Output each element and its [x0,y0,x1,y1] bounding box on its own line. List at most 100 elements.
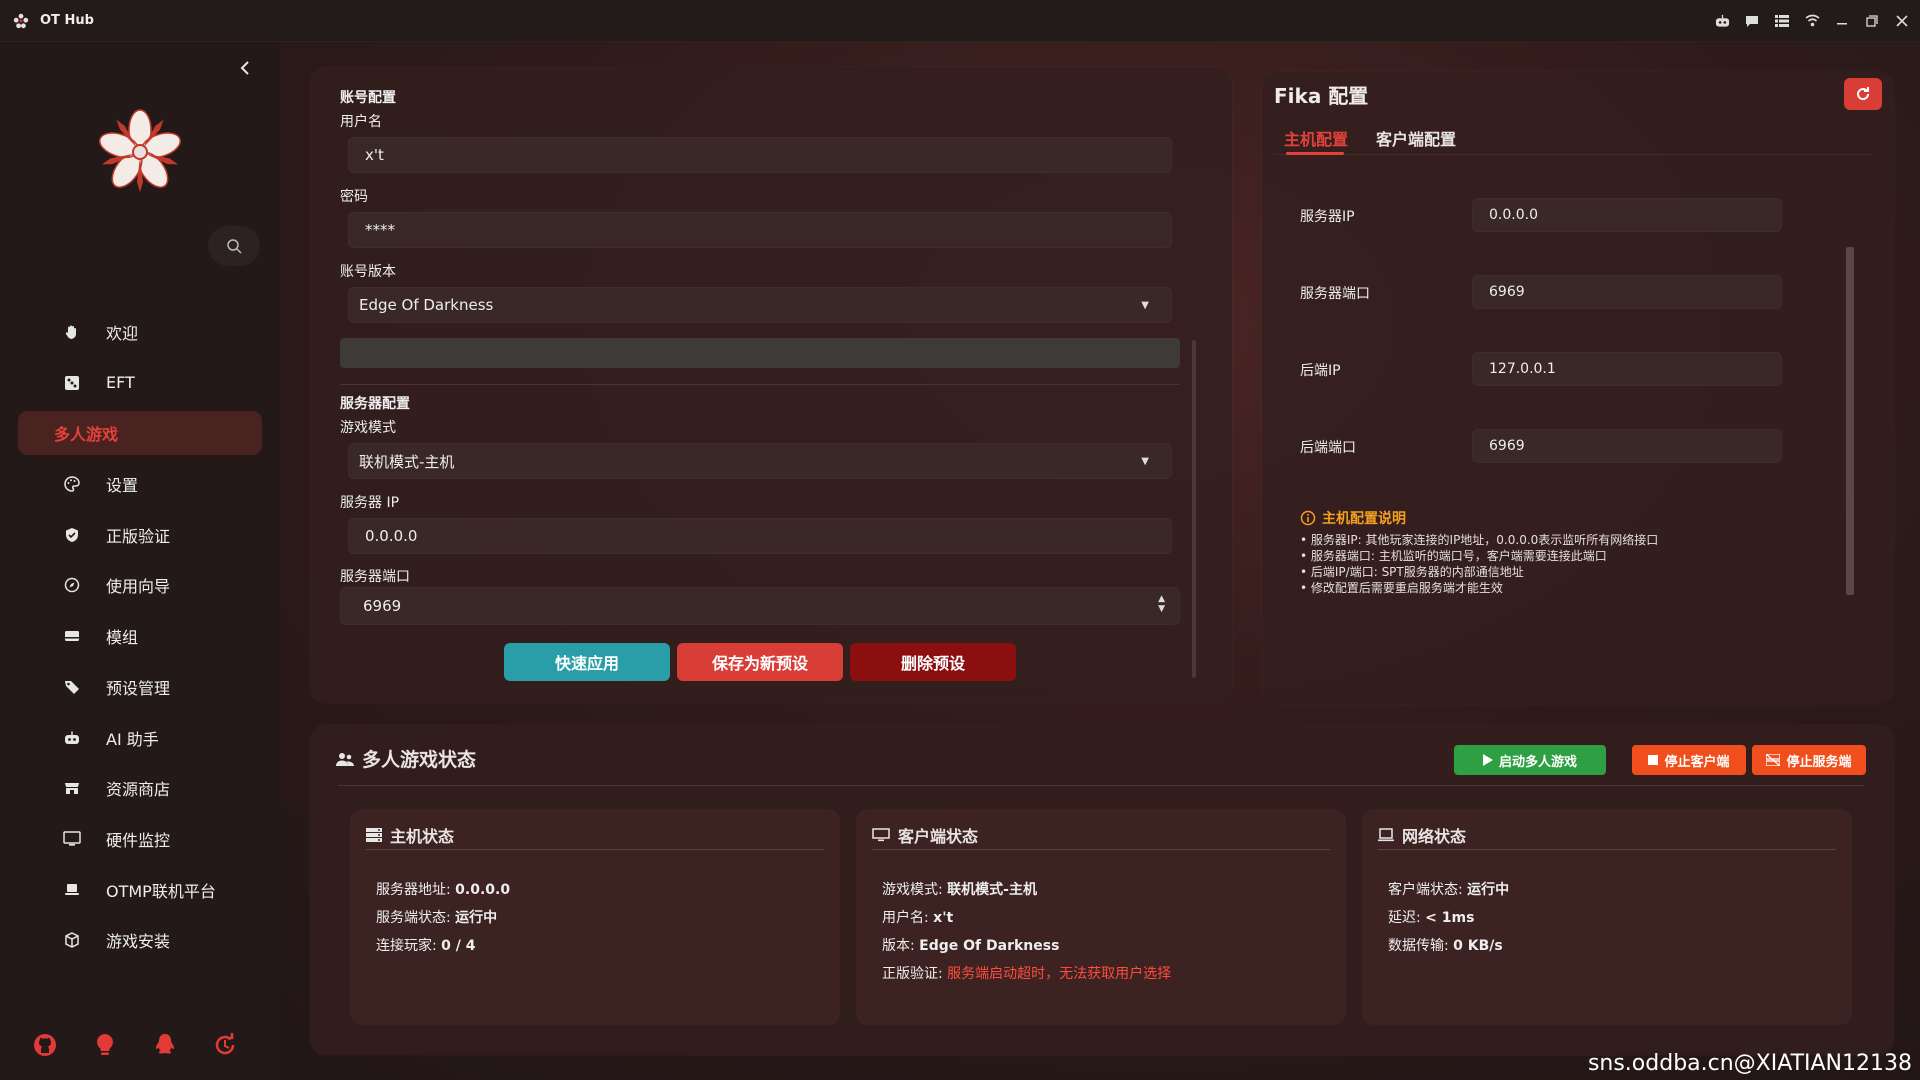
fika-server-ip-input[interactable]: 0.0.0.0 [1472,198,1782,232]
network-data-transfer: 数据传输: 0 KB/s [1388,935,1503,955]
search-button[interactable] [208,226,260,266]
refresh-button[interactable] [1844,78,1882,110]
fika-backend-ip-value: 127.0.0.1 [1489,361,1556,377]
card-divider [1378,849,1836,850]
status-divider [338,785,1864,786]
sidebar: 欢迎 EFT 多人游戏 设置 正版验证 使用向导 模组 预设管理 AI 助手 资… [0,42,280,1080]
laptop-icon [62,880,82,900]
restore-icon[interactable] [1864,13,1880,29]
kv-value: 联机模式-主机 [947,882,1037,898]
fika-backend-port-input[interactable]: 6969 [1472,429,1782,463]
tab-host-config[interactable]: 主机配置 [1284,126,1348,150]
game-mode-label: 游戏模式 [340,420,396,436]
update-icon[interactable] [212,1032,238,1058]
start-multiplayer-label: 启动多人游戏 [1498,754,1577,770]
sidebar-item-ai-assistant[interactable]: AI 助手 [18,716,262,760]
client-version: 版本: Edge Of Darkness [882,935,1059,955]
network-icon[interactable] [1804,13,1820,29]
store-icon [62,778,82,798]
dice-icon [62,373,82,393]
fika-server-ip-value: 0.0.0.0 [1489,207,1538,223]
account-version-select[interactable]: Edge Of Darkness ▼ [348,287,1172,323]
github-icon[interactable] [32,1032,58,1058]
status-title: 多人游戏状态 [362,749,477,771]
username-input[interactable]: x't [348,137,1172,173]
sidebar-item-label: 资源商店 [106,780,171,800]
sidebar-item-hardware-monitor[interactable]: 硬件监控 [18,817,262,861]
server-ip-input[interactable]: 0.0.0.0 [348,518,1172,554]
fika-backend-ip-label: 后端IP [1300,363,1341,379]
kv-key: 服务器地址: [376,882,456,898]
sidebar-item-eft[interactable]: EFT [18,361,262,405]
collapse-sidebar-icon[interactable] [238,56,252,80]
note-line: • 服务器端口: 主机监听的端口号，客户端需要连接此端口 [1300,549,1607,563]
kv-key: 数据传输: [1388,938,1454,954]
network-card-title: 网络状态 [1378,823,1466,847]
status-header: 多人游戏状态 [336,745,476,772]
close-icon[interactable] [1894,13,1910,29]
kv-key: 服务端状态: [376,910,456,926]
kv-value: 0.0.0.0 [455,882,511,898]
chat-icon[interactable] [1744,13,1760,29]
stop-server-button[interactable]: 停止服务端 [1752,745,1866,775]
sidebar-item-store[interactable]: 资源商店 [18,766,262,810]
password-input[interactable]: **** [348,212,1172,248]
window-title: OT Hub [40,13,94,28]
stop-client-label: 停止客户端 [1664,754,1730,770]
kv-value: 0 / 4 [441,938,476,954]
scrollbar[interactable] [1846,247,1854,595]
kv-value: 运行中 [455,910,498,926]
sidebar-item-mods[interactable]: 模组 [18,614,262,658]
server-port-stepper[interactable]: 6969 ▲ ▼ [340,587,1180,625]
sidebar-nav: 欢迎 EFT 多人游戏 设置 正版验证 使用向导 模组 预设管理 AI 助手 资… [18,310,262,969]
sidebar-item-label: 游戏安装 [106,932,171,952]
account-config-panel: 账号配置 用户名 x't 密码 **** 账号版本 Edge Of Darkne… [310,67,1232,703]
sidebar-item-game-install[interactable]: 游戏安装 [18,918,262,962]
fika-server-port-input[interactable]: 6969 [1472,275,1782,309]
sidebar-item-label: 正版验证 [106,526,171,546]
sidebar-item-guide[interactable]: 使用向导 [18,563,262,607]
client-verification: 正版验证: 服务端启动超时，无法获取用户选择 [882,963,1171,983]
network-latency: 延迟: < 1ms [1388,907,1474,927]
tab-divider [1274,154,1872,155]
stepper-arrows-icon[interactable]: ▲ ▼ [1158,594,1165,614]
network-status-card: 网络状态 客户端状态: 运行中 延迟: < 1ms 数据传输: 0 KB/s [1362,809,1852,1025]
quick-apply-button[interactable]: 快速应用 [504,643,670,681]
lightbulb-icon[interactable] [92,1032,118,1058]
monitor-icon [872,828,890,842]
qq-icon[interactable] [152,1032,178,1058]
card-divider [366,849,824,850]
list-icon[interactable] [1774,13,1790,29]
sidebar-item-verification[interactable]: 正版验证 [18,513,262,557]
network-monitor-icon [1378,828,1394,842]
play-icon [1482,754,1493,766]
game-mode-select[interactable]: 联机模式-主机 ▼ [348,443,1172,479]
card-icon [62,626,82,646]
sidebar-item-otmp-platform[interactable]: OTMP联机平台 [18,868,262,912]
minimize-icon[interactable] [1834,13,1850,29]
game-mode-value: 联机模式-主机 [359,452,455,471]
start-multiplayer-button[interactable]: 启动多人游戏 [1454,745,1606,775]
fika-backend-ip-input[interactable]: 127.0.0.1 [1472,352,1782,386]
fika-server-ip-label: 服务器IP [1300,209,1355,225]
save-preset-button[interactable]: 保存为新预设 [677,643,843,681]
server-icon [1766,754,1781,766]
sidebar-item-presets[interactable]: 预设管理 [18,665,262,709]
sidebar-item-settings[interactable]: 设置 [18,462,262,506]
delete-preset-button[interactable]: 删除预设 [850,643,1016,681]
robot-icon[interactable] [1714,13,1730,29]
hand-icon [62,322,82,342]
host-connected-players: 连接玩家: 0 / 4 [376,935,476,955]
password-value: **** [365,221,395,239]
sidebar-item-multiplayer[interactable]: 多人游戏 [18,411,262,456]
fika-server-port-value: 6969 [1489,284,1525,300]
kv-key: 客户端状态: [1388,882,1468,898]
username-value: x't [365,146,384,164]
kv-value: x't [933,910,954,926]
kv-key: 正版验证: [882,966,948,982]
stop-client-button[interactable]: 停止客户端 [1632,745,1746,775]
sidebar-item-welcome[interactable]: 欢迎 [18,310,262,354]
scrollbar[interactable] [1192,340,1196,678]
tab-client-config[interactable]: 客户端配置 [1376,126,1456,150]
sidebar-item-label: EFT [106,373,135,393]
